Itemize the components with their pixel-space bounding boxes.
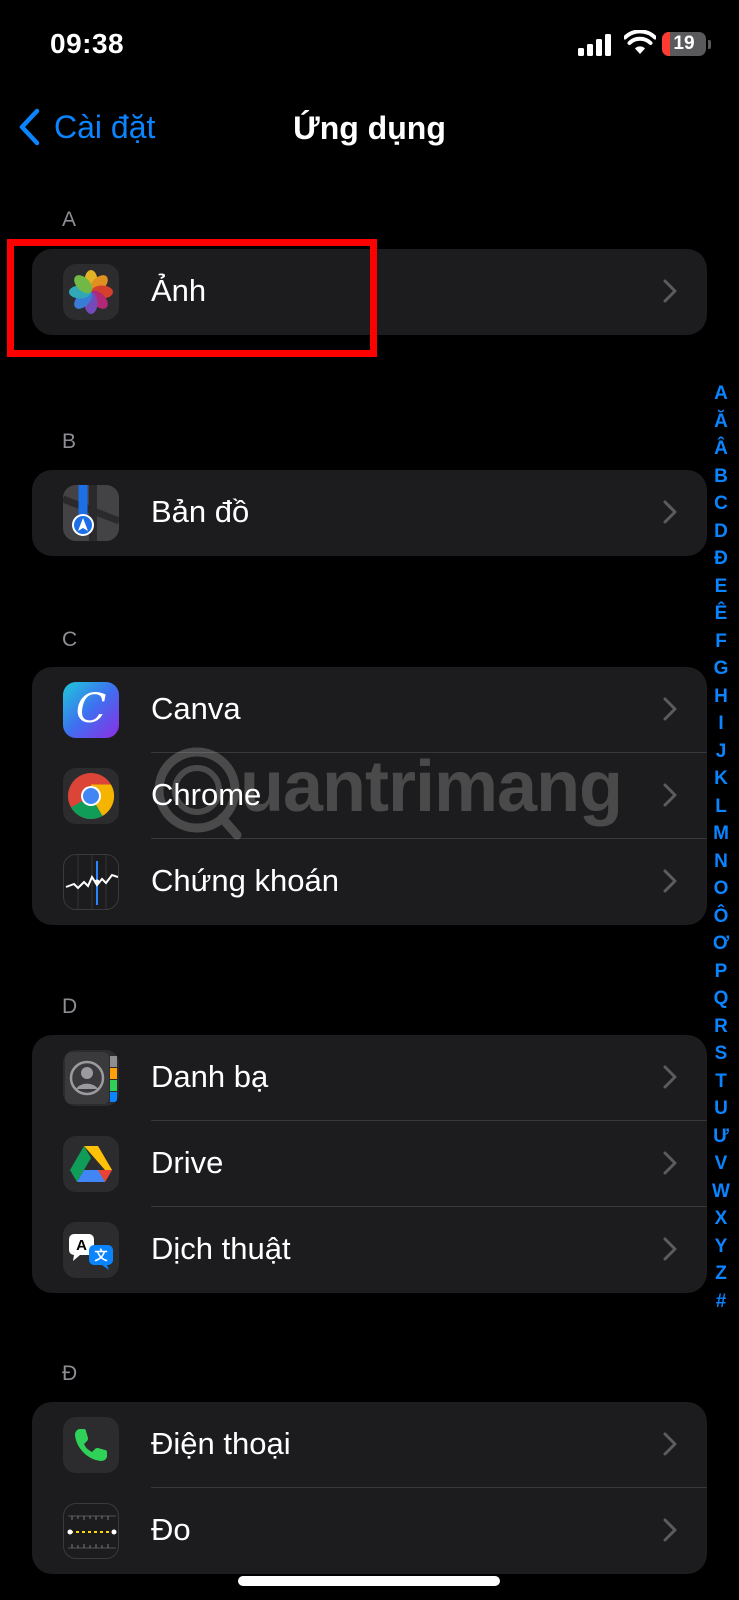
google-drive-icon [63, 1136, 119, 1192]
chevron-right-icon [663, 1518, 677, 1542]
chevron-right-icon [663, 869, 677, 893]
app-group-c: C Canva Chrome Chứng khoán [32, 667, 707, 925]
section-index-letter[interactable]: P [703, 958, 739, 986]
battery-icon: 19 [662, 32, 706, 56]
app-group-dd: Điện thoại Đo [32, 1402, 707, 1574]
chevron-right-icon [663, 1237, 677, 1261]
section-index-letter[interactable]: Â [703, 435, 739, 463]
app-row-translate[interactable]: A 文 Dịch thuật [32, 1207, 707, 1293]
section-index-letter[interactable]: X [703, 1205, 739, 1233]
contacts-icon [63, 1050, 119, 1106]
phone-icon [63, 1417, 119, 1473]
section-index-letter[interactable]: M [703, 820, 739, 848]
section-index-letter[interactable]: B [703, 463, 739, 491]
app-row-drive[interactable]: Drive [32, 1121, 707, 1207]
app-row-label: Chứng khoán [151, 863, 339, 898]
app-group-a: Ảnh [32, 249, 707, 335]
section-index-letter[interactable]: L [703, 793, 739, 821]
svg-text:文: 文 [94, 1248, 108, 1264]
section-header-c: C [62, 628, 78, 651]
section-index-letter[interactable]: D [703, 518, 739, 546]
battery-level: 19 [673, 33, 695, 54]
app-row-label: Đo [151, 1512, 191, 1547]
section-index-letter[interactable]: R [703, 1013, 739, 1041]
chevron-right-icon [663, 1065, 677, 1089]
section-index-letter[interactable]: Ê [703, 600, 739, 628]
home-indicator [238, 1576, 500, 1586]
app-row-label: Điện thoại [151, 1426, 291, 1461]
app-row-label: Ảnh [151, 273, 207, 308]
section-index-letter[interactable]: F [703, 628, 739, 656]
section-index-letter[interactable]: # [703, 1288, 739, 1316]
app-group-b: Bản đồ [32, 470, 707, 556]
chevron-right-icon [663, 783, 677, 807]
section-index-letter[interactable]: W [703, 1178, 739, 1206]
section-index[interactable]: A Ă Â B C D Đ E Ê F G H I J K L M N O Ô Ơ P Q R S T U Ư V W X Y Z # [703, 380, 739, 1315]
app-row-maps[interactable]: Bản đồ [32, 470, 707, 556]
status-time: 09:38 [50, 28, 125, 59]
section-index-letter[interactable]: K [703, 765, 739, 793]
app-row-label: Canva [151, 691, 241, 726]
section-index-letter[interactable]: Ư [703, 1123, 739, 1151]
battery-tip [708, 40, 711, 49]
section-header-b: B [62, 430, 77, 453]
chevron-right-icon [663, 279, 677, 303]
app-row-label: Dịch thuật [151, 1231, 291, 1266]
section-index-letter[interactable]: Z [703, 1260, 739, 1288]
app-row-stocks[interactable]: Chứng khoán [32, 839, 707, 925]
stocks-icon [63, 854, 119, 910]
chrome-icon [63, 768, 119, 824]
chevron-right-icon [663, 500, 677, 524]
section-index-letter[interactable]: J [703, 738, 739, 766]
section-index-letter[interactable]: G [703, 655, 739, 683]
section-header-d: D [62, 995, 78, 1018]
translate-icon: A 文 [63, 1222, 119, 1278]
page-title: Ứng dụng [293, 110, 446, 146]
section-index-letter[interactable]: Y [703, 1233, 739, 1261]
section-index-letter[interactable]: Ă [703, 408, 739, 436]
app-row-contacts[interactable]: Danh bạ [32, 1035, 707, 1121]
section-index-letter[interactable]: O [703, 875, 739, 903]
section-index-letter[interactable]: I [703, 710, 739, 738]
section-index-letter[interactable]: N [703, 848, 739, 876]
svg-text:A: A [76, 1237, 87, 1254]
status-bar: 09:38 19 [0, 0, 739, 90]
photos-icon [63, 264, 119, 320]
section-index-letter[interactable]: U [703, 1095, 739, 1123]
section-header-a: A [62, 208, 77, 231]
section-index-letter[interactable]: A [703, 380, 739, 408]
chevron-right-icon [663, 1432, 677, 1456]
section-index-letter[interactable]: Ơ [703, 930, 739, 958]
app-row-canva[interactable]: C Canva [32, 667, 707, 753]
app-row-label: Danh bạ [151, 1059, 269, 1094]
navigation-bar: Cài đặt Ứng dụng [0, 100, 739, 160]
chevron-right-icon [663, 1151, 677, 1175]
measure-icon [63, 1503, 119, 1559]
section-index-letter[interactable]: H [703, 683, 739, 711]
wifi-icon [624, 30, 656, 54]
app-row-label: Bản đồ [151, 494, 250, 529]
app-row-photos[interactable]: Ảnh [32, 249, 707, 335]
section-header-dd: Đ [62, 1362, 78, 1385]
app-row-label: Chrome [151, 777, 262, 812]
chevron-right-icon [663, 697, 677, 721]
app-row-label: Drive [151, 1145, 224, 1180]
section-index-letter[interactable]: C [703, 490, 739, 518]
app-row-phone[interactable]: Điện thoại [32, 1402, 707, 1488]
section-index-letter[interactable]: T [703, 1068, 739, 1096]
section-index-letter[interactable]: Q [703, 985, 739, 1013]
app-group-d: Danh bạ Drive A 文 Dịch thuật [32, 1035, 707, 1293]
app-row-chrome[interactable]: Chrome [32, 753, 707, 839]
section-index-letter[interactable]: E [703, 573, 739, 601]
cellular-signal-icon [578, 34, 614, 56]
app-row-measure[interactable]: Đo [32, 1488, 707, 1574]
section-index-letter[interactable]: Ô [703, 903, 739, 931]
section-index-letter[interactable]: V [703, 1150, 739, 1178]
canva-icon: C [63, 682, 119, 738]
section-index-letter[interactable]: Đ [703, 545, 739, 573]
maps-icon [63, 485, 119, 541]
section-index-letter[interactable]: S [703, 1040, 739, 1068]
